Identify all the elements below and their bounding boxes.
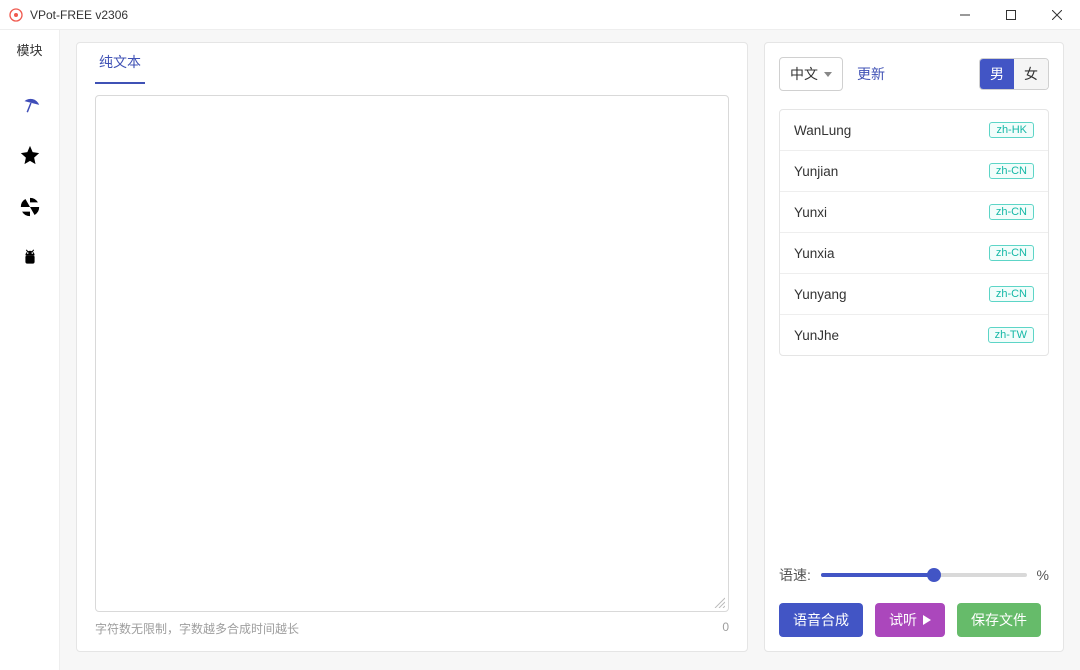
aperture-icon <box>19 196 41 218</box>
sidebar-item-aperture[interactable] <box>8 185 52 229</box>
save-file-button[interactable]: 保存文件 <box>957 603 1041 637</box>
title-bar: VPot-FREE v2306 <box>0 0 1080 30</box>
voice-item[interactable]: Yunxia zh-CN <box>780 233 1048 274</box>
voice-panel: 中文 更新 男 女 WanLung zh-HK Yunjian zh-CN <box>764 42 1064 652</box>
synthesize-button[interactable]: 语音合成 <box>779 603 863 637</box>
voice-item[interactable]: Yunjian zh-CN <box>780 151 1048 192</box>
text-input[interactable] <box>95 95 729 612</box>
chevron-down-icon <box>824 72 832 77</box>
star-icon <box>19 144 41 166</box>
voice-name: WanLung <box>794 123 851 138</box>
editor-hint: 字符数无限制，字数越多合成时间越长 <box>95 620 299 637</box>
maximize-button[interactable] <box>988 0 1034 29</box>
app-icon <box>8 7 24 23</box>
gender-female-button[interactable]: 女 <box>1014 59 1048 89</box>
locale-badge: zh-CN <box>989 245 1034 261</box>
window-controls <box>942 0 1080 29</box>
textarea-wrap <box>95 95 729 612</box>
voice-name: Yunyang <box>794 287 847 302</box>
locale-badge: zh-CN <box>989 204 1034 220</box>
speed-unit: % <box>1037 567 1049 583</box>
close-button[interactable] <box>1034 0 1080 29</box>
minimize-button[interactable] <box>942 0 988 29</box>
sidebar-item-star[interactable] <box>8 133 52 177</box>
speed-row: 语速: % <box>779 565 1049 585</box>
tab-plain-text[interactable]: 纯文本 <box>95 42 145 84</box>
sidebar: 模块 <box>0 30 60 670</box>
sidebar-title: 模块 <box>16 40 42 59</box>
voice-list: WanLung zh-HK Yunjian zh-CN Yunxi zh-CN … <box>779 109 1049 356</box>
locale-badge: zh-CN <box>989 286 1034 302</box>
gender-toggle: 男 女 <box>979 58 1049 90</box>
speed-slider[interactable] <box>821 565 1027 585</box>
voice-name: Yunxi <box>794 205 827 220</box>
voice-item[interactable]: Yunyang zh-CN <box>780 274 1048 315</box>
play-icon <box>923 615 931 625</box>
language-selected-label: 中文 <box>790 64 818 84</box>
locale-badge: zh-CN <box>989 163 1034 179</box>
sidebar-item-umbrella[interactable] <box>8 81 52 125</box>
voice-name: Yunxia <box>794 246 835 261</box>
editor-tabs: 纯文本 <box>95 43 729 85</box>
umbrella-icon <box>19 92 41 114</box>
voice-top-controls: 中文 更新 男 女 <box>779 57 1049 91</box>
language-select[interactable]: 中文 <box>779 57 843 91</box>
voice-name: Yunjian <box>794 164 838 179</box>
voice-name: YunJhe <box>794 328 839 343</box>
gender-male-button[interactable]: 男 <box>980 59 1014 89</box>
editor-panel: 纯文本 字符数无限制，字数越多合成时间越长 0 <box>76 42 748 652</box>
main-area: 纯文本 字符数无限制，字数越多合成时间越长 0 中文 <box>60 30 1080 670</box>
editor-hint-row: 字符数无限制，字数越多合成时间越长 0 <box>95 620 729 637</box>
preview-button[interactable]: 试听 <box>875 603 945 637</box>
voice-item[interactable]: Yunxi zh-CN <box>780 192 1048 233</box>
action-row: 语音合成 试听 保存文件 <box>779 603 1049 637</box>
speed-label: 语速: <box>779 565 811 585</box>
android-icon <box>19 248 41 270</box>
locale-badge: zh-TW <box>988 327 1034 343</box>
voice-item[interactable]: WanLung zh-HK <box>780 110 1048 151</box>
app-title: VPot-FREE v2306 <box>30 8 128 22</box>
voice-item[interactable]: YunJhe zh-TW <box>780 315 1048 355</box>
sidebar-item-android[interactable] <box>8 237 52 281</box>
update-link[interactable]: 更新 <box>857 64 885 84</box>
preview-label: 试听 <box>889 610 917 630</box>
char-count: 0 <box>722 620 729 637</box>
locale-badge: zh-HK <box>989 122 1034 138</box>
title-bar-left: VPot-FREE v2306 <box>8 7 128 23</box>
